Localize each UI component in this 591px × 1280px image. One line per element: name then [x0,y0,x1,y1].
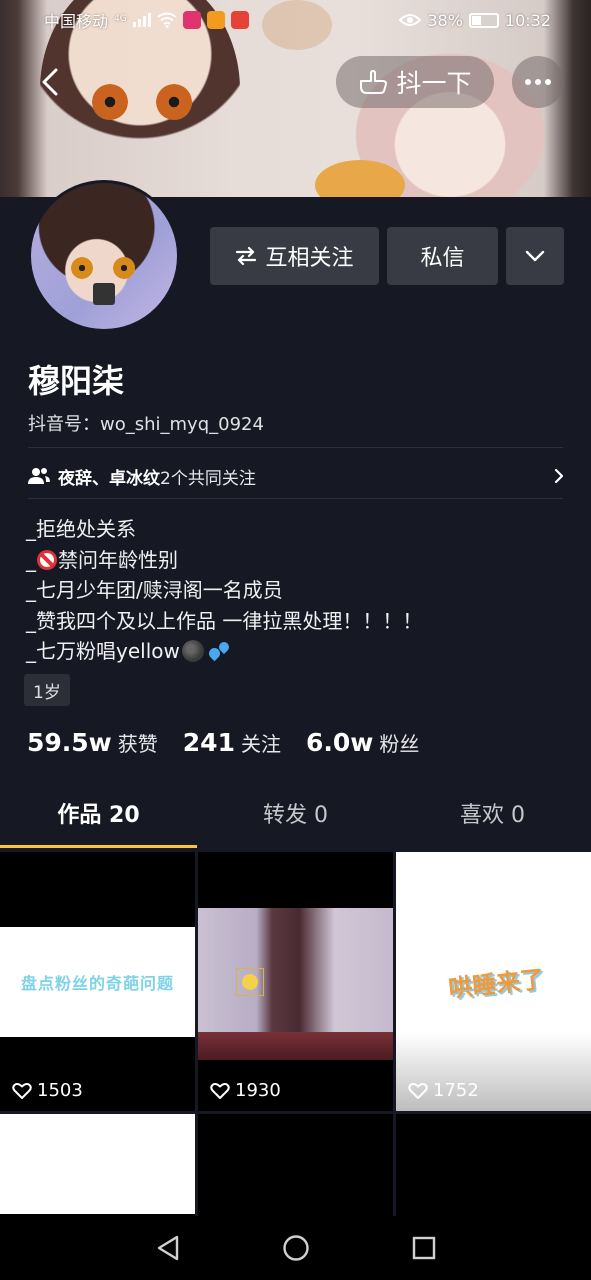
heart-icon [210,1082,230,1099]
avatar-seal [93,283,115,305]
bio-prefix: _ [26,547,36,572]
tab-reposts[interactable]: 转发 0 [197,790,394,848]
chevron-down-icon [525,250,545,262]
app-notification-icon [230,11,249,29]
bio: _拒绝处关系 _ 禁问年龄性别 _七月少年团/赎浔阁一名成员 _赞我四个及以上作… [26,514,422,667]
like-count: 1503 [37,1080,83,1101]
video-thumbnail[interactable] [198,1114,393,1216]
thumbnail-band: 盘点粉丝的奇葩问题 [0,927,195,1037]
tab-likes[interactable]: 喜欢 0 [394,790,591,848]
people-icon [28,468,50,484]
following-label: 关注 [240,732,281,756]
clock: 10:32 [504,10,551,30]
message-button-label: 私信 [420,246,465,271]
wifi-icon [157,12,177,28]
nickname: 穆阳柒 [28,362,125,400]
age-tag: 1岁 [24,674,70,706]
bio-line: _七万粉唱yellow [26,636,422,667]
app-notification-icon [206,11,225,29]
status-bar: 中国移动 4G 38% 10:32 [0,0,591,40]
recommend-dropdown-button[interactable] [506,227,564,285]
more-dot [525,79,531,85]
message-button[interactable]: 私信 [387,227,498,285]
video-thumbnail[interactable]: 哄睡来了 1752 [396,852,591,1111]
video-thumbnail[interactable]: 盘点粉丝的奇葩问题 1503 [0,852,195,1111]
fans-count: 6.0w [305,728,374,757]
poke-hand-icon [360,70,388,94]
network-type: 4G [114,14,127,24]
heart-icon [408,1082,428,1099]
carrier-name: 中国移动 [44,12,109,31]
video-thumbnail[interactable] [0,1114,195,1216]
signal-icon [132,13,151,27]
video-likes: 1930 [210,1080,281,1101]
nav-recents-button[interactable] [409,1233,439,1263]
video-thumbnail[interactable]: 1930 [198,852,393,1111]
shake-label: 抖一下 [396,69,472,98]
douyin-id[interactable]: 抖音号：wo_shi_myq_0924 [28,410,264,436]
battery-percent: 38% [427,10,463,30]
app-notification-icon [182,11,201,29]
video-caption: 哄睡来了 [447,965,546,1003]
follow-button-label: 互相关注 [265,246,354,271]
more-options-button[interactable] [512,56,564,108]
video-caption: 盘点粉丝的奇葩问题 [20,974,174,993]
eye-comfort-icon [399,14,422,26]
more-dot [545,79,551,85]
stats-row: 59.5w 获赞 241 关注 6.0w 粉丝 [27,728,444,757]
video-likes: 1503 [12,1080,83,1101]
tab-works[interactable]: 作品 20 [0,790,197,848]
mutual-follow-button[interactable]: 互相关注 [210,227,379,285]
shake-button[interactable]: 抖一下 [336,56,494,108]
like-count: 1930 [235,1080,281,1101]
thumbnail-photo [198,908,393,1060]
back-button[interactable] [30,62,70,102]
bio-line: _ 禁问年龄性别 [26,545,422,576]
mutual-names: 夜辞、卓冰纹 [58,468,160,489]
bio-line-text: _七万粉唱yellow [26,639,180,663]
no-entry-emoji-icon [37,549,57,570]
banner-eye [156,84,192,120]
divider [28,447,563,448]
triangle-back-icon [157,1235,178,1261]
circle-home-icon [282,1235,309,1261]
video-likes: 1752 [408,1080,479,1101]
more-dot [535,79,541,85]
likes-count: 59.5w [27,728,112,757]
mutual-follows-row[interactable]: 夜辞、卓冰纹 2个共同关注 [28,462,564,490]
battery-icon [468,12,499,28]
likes-stat: 59.5w 获赞 [27,728,158,757]
system-nav-bar [0,1216,591,1280]
thumbnail-photo [0,1114,195,1214]
bio-line: _拒绝处关系 [26,517,136,541]
chevron-right-icon [554,468,564,484]
avatar[interactable] [28,180,180,332]
likes-label: 获赞 [117,732,158,756]
mutual-count: 2个共同关注 [160,468,256,489]
avatar-image [31,183,177,329]
banner-eye [92,84,128,120]
following-stat[interactable]: 241 关注 [183,728,281,757]
bio-line: _赞我四个及以上作品 一律拉黑处理！！！！ [26,608,423,633]
following-count: 241 [182,728,235,757]
bio-line: _七月少年团/赎浔阁一名成员 [26,578,283,602]
avatar-eye [71,257,93,279]
video-thumbnail[interactable] [396,1114,591,1216]
nav-home-button[interactable] [281,1233,311,1263]
fans-label: 粉丝 [379,732,420,756]
new-moon-emoji-icon [181,640,204,663]
chevron-left-icon [42,68,58,96]
content-tabs: 作品 20 转发 0 喜欢 0 [0,790,591,848]
avatar-eye [113,257,135,279]
swap-arrows-icon [236,246,257,266]
heart-icon [12,1082,32,1099]
divider [28,498,563,499]
moon-sticker-icon [236,968,264,996]
like-count: 1752 [433,1080,479,1101]
nav-back-button[interactable] [153,1233,183,1263]
bio-line-text: 禁问年龄性别 [58,547,178,572]
square-recents-icon [412,1236,435,1260]
fans-stat[interactable]: 6.0w 粉丝 [306,728,419,757]
sweat-drops-emoji-icon [206,640,231,662]
